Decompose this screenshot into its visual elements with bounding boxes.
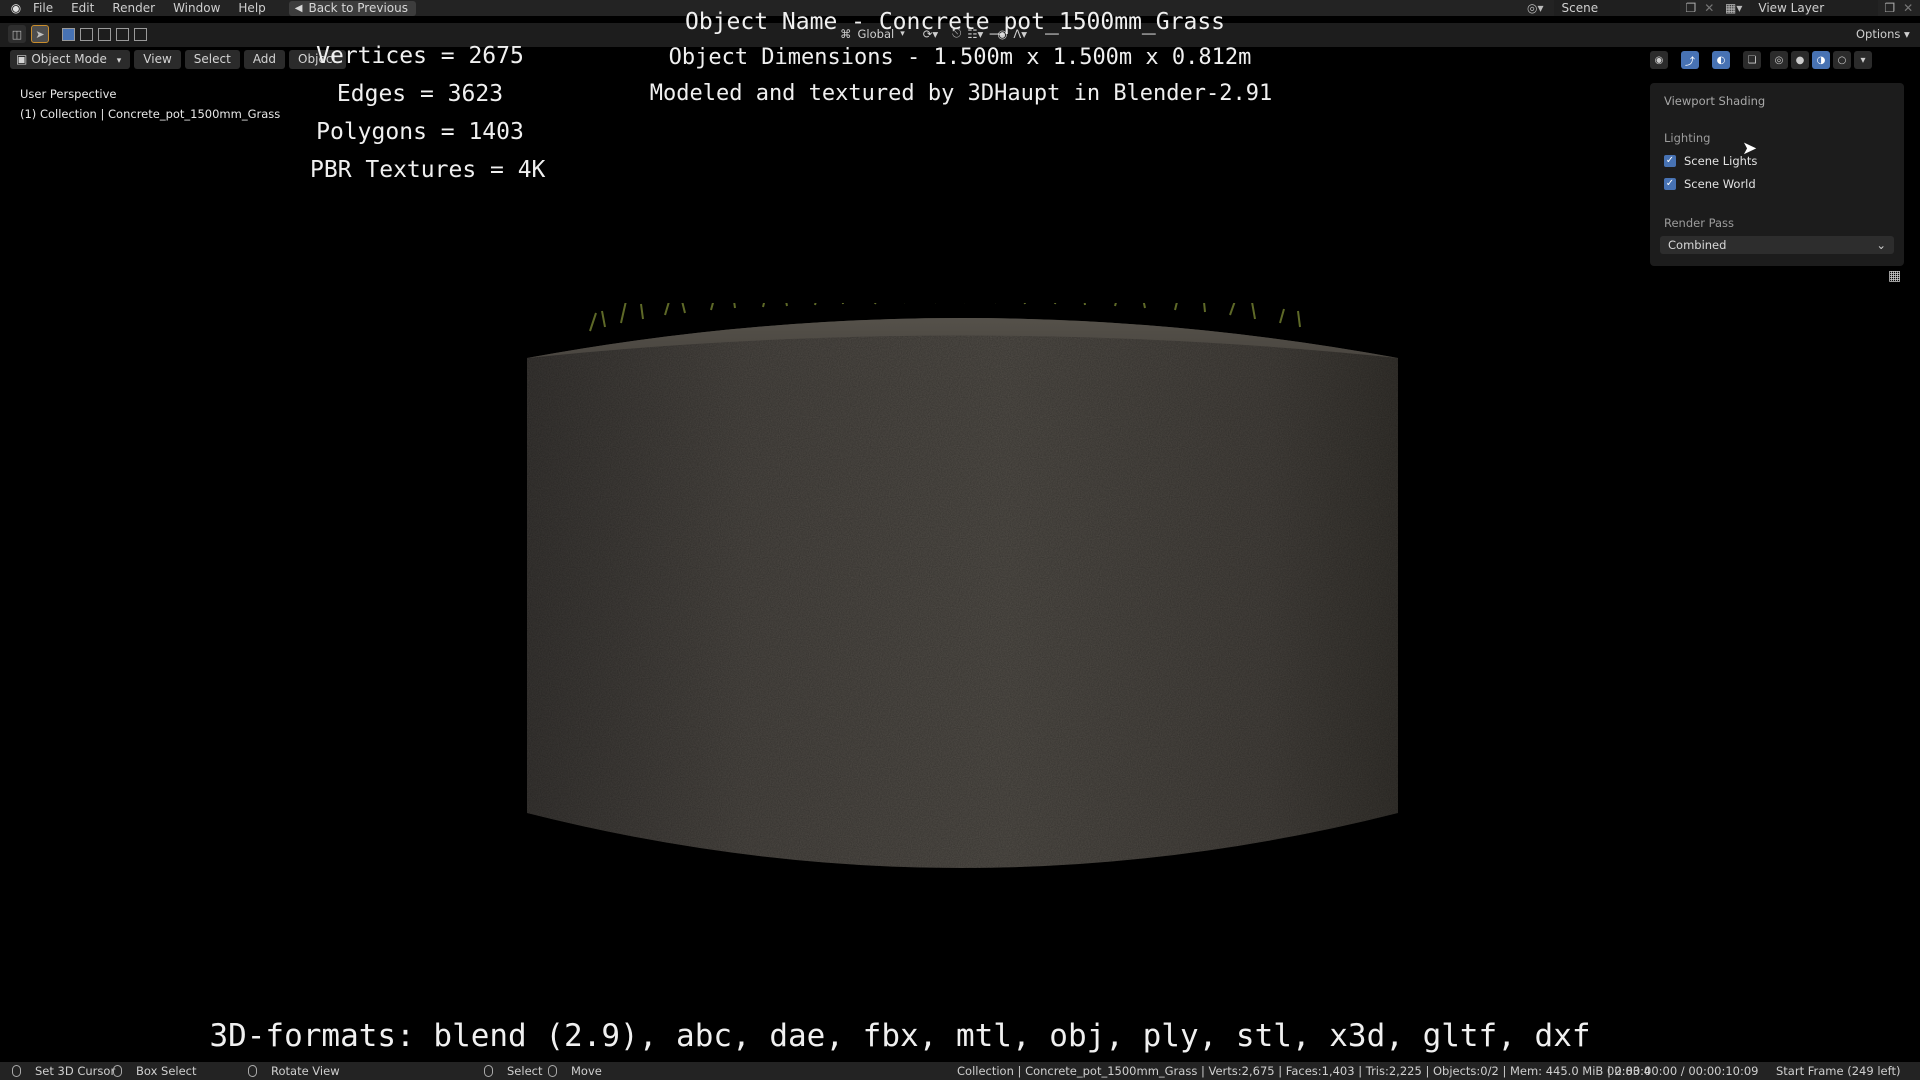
viewport-shading-toolbar: ◉ ⤴ ◐ ❏ ◎ ● ◑ ○ ▾ [1650, 51, 1872, 69]
scene-world-checkbox[interactable]: ✓ Scene World [1664, 177, 1756, 191]
gizmo-icon[interactable]: ⤴ [1681, 51, 1699, 69]
menu-help[interactable]: Help [229, 0, 274, 16]
select-mode-invert-icon[interactable] [116, 27, 129, 41]
options-dropdown[interactable]: Options ▾ [1856, 27, 1910, 41]
chevron-down-icon: ▾ [116, 56, 122, 66]
object-dimensions-label: Object Dimensions - 1.500m x 1.500m x 0.… [668, 45, 1252, 70]
back-to-previous-label: Back to Previous [308, 0, 408, 15]
status-time: 00:00:00:00 / 00:00:10:09 [1607, 1064, 1759, 1078]
viewport-info: User Perspective (1) Collection | Concre… [20, 84, 280, 124]
view-layer-name-field[interactable]: View Layer [1750, 0, 1879, 16]
status-move-label: Move [571, 1064, 602, 1078]
mouse-middle-icon [248, 1065, 257, 1077]
back-to-previous-button[interactable]: ◀ Back to Previous [288, 0, 416, 16]
menu-edit[interactable]: Edit [62, 0, 103, 16]
checkbox-checked-icon: ✓ [1664, 178, 1676, 190]
status-box-select: Box Select [113, 1062, 197, 1080]
menu-view[interactable]: View [134, 50, 181, 69]
vertices-stat: Vertices = 2675 [316, 43, 524, 69]
credit-label: Modeled and textured by 3DHaupt in Blend… [649, 81, 1273, 106]
scene-icon: ◎▾ [1527, 1, 1544, 15]
status-set-cursor: Set 3D Cursor [12, 1062, 115, 1080]
status-rotate-view: Rotate View [248, 1062, 340, 1080]
object-mode-icon: ▣ [16, 52, 28, 66]
mouse-cursor-icon: ➤ [1742, 138, 1758, 159]
mouse-right-icon [484, 1065, 493, 1077]
perspective-label: User Perspective [20, 87, 117, 101]
shading-options-chevron-icon[interactable]: ▾ [1854, 51, 1872, 69]
menu-window[interactable]: Window [164, 0, 229, 16]
scene-copy-icon[interactable]: ❐ [1686, 1, 1697, 15]
object-mode-label: Object Mode [31, 52, 107, 66]
checkbox-checked-icon: ✓ [1664, 155, 1676, 167]
status-box-select-label: Box Select [136, 1064, 197, 1078]
solid-shading-icon[interactable]: ● [1791, 51, 1809, 69]
visibility-icon[interactable]: ◉ [1650, 51, 1668, 69]
select-mode-subtract-icon[interactable] [98, 27, 111, 41]
render-pass-value: Combined [1668, 238, 1727, 252]
chevron-down-icon: ⌄ [1876, 238, 1886, 252]
status-scene-stats: Collection | Concrete_pot_1500mm_Grass |… [957, 1064, 1652, 1078]
scene-name-field[interactable]: Scene [1553, 0, 1680, 16]
status-select-label: Select [507, 1064, 543, 1078]
edges-stat: Edges = 3623 [336, 81, 504, 107]
view-layer-selector[interactable]: ▦▾ View Layer ❐ ✕ [1725, 0, 1913, 16]
wireframe-shading-icon[interactable]: ◎ [1770, 51, 1788, 69]
object-name-title: Object Name - Concrete_pot_1500mm_Grass [684, 9, 1226, 35]
select-mode-intersect-icon[interactable] [134, 27, 147, 41]
view-layer-close-icon[interactable]: ✕ [1903, 1, 1913, 15]
viewport-shading-panel: Viewport Shading Lighting ✓ Scene Lights… [1650, 83, 1904, 266]
formats-label: 3D-formats: blend (2.9), abc, dae, fbx, … [209, 1018, 1591, 1054]
concrete-pot-render[interactable] [525, 303, 1400, 888]
select-mode-new-icon[interactable] [62, 27, 75, 41]
object-mode-dropdown[interactable]: ▣ Object Mode ▾ [10, 50, 131, 69]
render-pass-dropdown[interactable]: Combined ⌄ [1660, 236, 1894, 254]
scene-selector[interactable]: ◎▾ Scene ❐ ✕ [1527, 0, 1714, 16]
menu-select[interactable]: Select [184, 50, 240, 69]
mesh-stats-overlay: Vertices = 2675 Edges = 3623 Polygons = … [310, 37, 546, 189]
mouse-drag-icon [113, 1065, 122, 1077]
panel-title: Viewport Shading [1664, 94, 1766, 108]
xray-icon[interactable]: ❏ [1743, 51, 1761, 69]
editor-type-icon[interactable]: ◫ [8, 25, 26, 43]
status-move: Move [548, 1062, 602, 1080]
pot-body-texture [527, 318, 1398, 868]
textures-stat: PBR Textures = 4K [310, 157, 546, 183]
status-start-frame: Start Frame (249 left) [1776, 1064, 1901, 1078]
blender-logo-icon[interactable]: ◉ [8, 0, 24, 16]
rendered-shading-icon[interactable]: ○ [1833, 51, 1851, 69]
lighting-section-label: Lighting [1664, 131, 1711, 145]
viewport-header: ▣ Object Mode ▾ View Select Add Object [10, 50, 347, 69]
render-pass-section-label: Render Pass [1664, 216, 1735, 230]
overlays-icon[interactable]: ◐ [1712, 51, 1730, 69]
status-rotate-view-label: Rotate View [271, 1064, 340, 1078]
active-collection-label: (1) Collection | Concrete_pot_1500mm_Gra… [20, 107, 281, 121]
select-tool-icon[interactable]: ➤ [31, 25, 49, 43]
menu-render[interactable]: Render [103, 0, 164, 16]
back-icon: ◀ [294, 2, 303, 14]
status-set-cursor-label: Set 3D Cursor [35, 1064, 116, 1078]
options-label: Options [1856, 27, 1901, 41]
grid-view-icon[interactable]: ▦ [1888, 268, 1901, 284]
scene-close-icon[interactable]: ✕ [1704, 1, 1714, 15]
polygons-stat: Polygons = 1403 [316, 119, 524, 145]
mouse-drag-right-icon [548, 1065, 557, 1077]
menu-file[interactable]: File [24, 0, 62, 16]
mouse-left-icon [12, 1065, 21, 1077]
material-preview-icon[interactable]: ◑ [1812, 51, 1830, 69]
status-bar: Set 3D Cursor Box Select Rotate View Sel… [0, 1062, 1920, 1080]
menu-add[interactable]: Add [243, 50, 286, 69]
scene-world-label: Scene World [1684, 177, 1756, 191]
status-select: Select [484, 1062, 542, 1080]
view-layer-icon: ▦▾ [1725, 1, 1743, 15]
view-layer-copy-icon[interactable]: ❐ [1884, 1, 1895, 15]
select-mode-extend-icon[interactable] [80, 27, 93, 41]
